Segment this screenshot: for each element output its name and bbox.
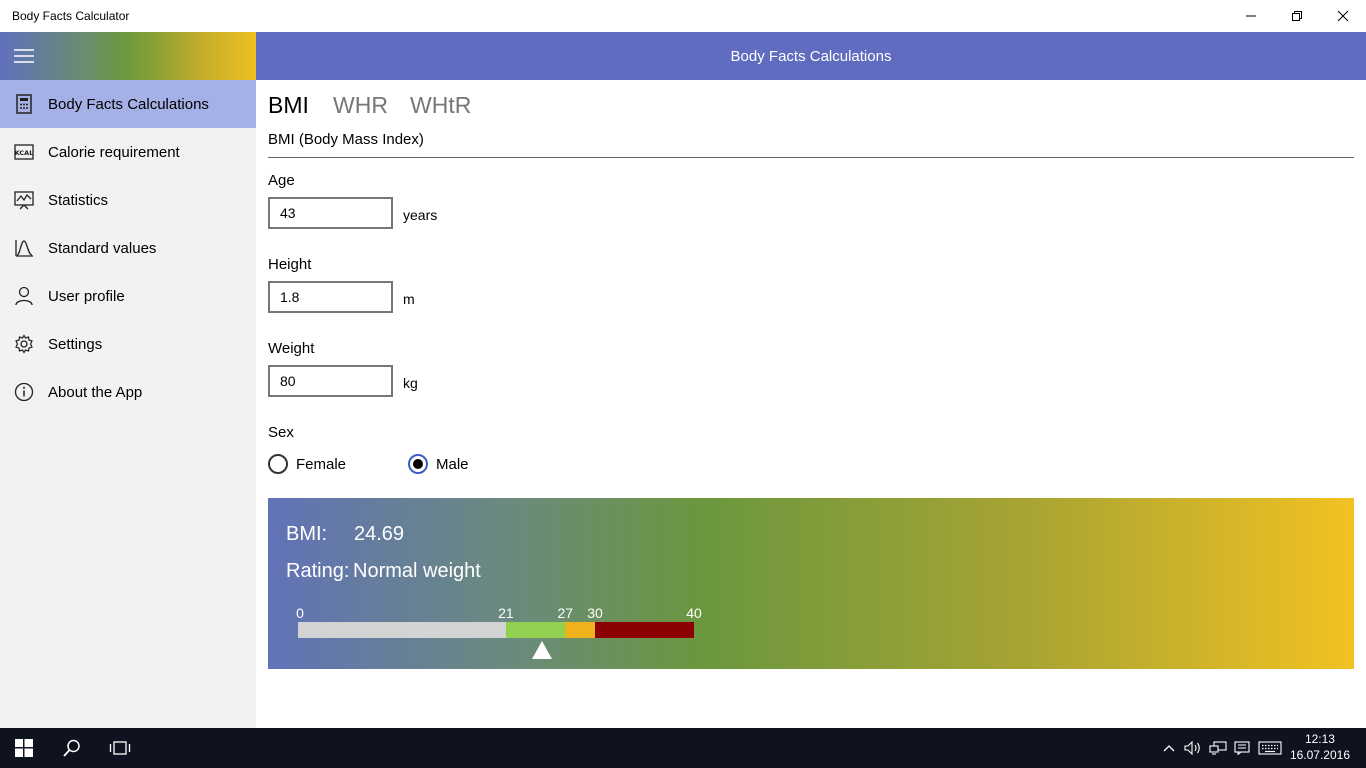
- curve-icon: [0, 224, 48, 272]
- hamburger-menu-button[interactable]: [0, 32, 48, 80]
- network-button[interactable]: [1206, 728, 1230, 768]
- sidebar-item-body-facts-calculations[interactable]: Body Facts Calculations: [0, 80, 256, 128]
- bmi-scale-tick-label: 40: [686, 605, 702, 621]
- age-field[interactable]: 43: [268, 197, 393, 229]
- bmi-scale-tick-label: 30: [587, 605, 603, 621]
- sidebar-item-calorie-requirement[interactable]: KCAL Calorie requirement: [0, 128, 256, 176]
- age-unit: years: [403, 207, 438, 223]
- touch-keyboard-button[interactable]: [1256, 728, 1284, 768]
- start-button[interactable]: [0, 728, 48, 768]
- calculator-icon: [0, 80, 48, 128]
- hamburger-icon: [14, 49, 34, 63]
- sidebar-item-settings[interactable]: Settings: [0, 320, 256, 368]
- sidebar-item-label: Settings: [48, 335, 103, 353]
- network-icon: [1209, 741, 1227, 755]
- tab-whr[interactable]: WHR: [333, 92, 388, 119]
- minimize-button[interactable]: [1228, 0, 1274, 32]
- height-field[interactable]: 1.8: [268, 281, 393, 313]
- bmi-label: BMI:: [286, 523, 328, 545]
- keyboard-icon: [1258, 741, 1282, 755]
- height-label: Height: [268, 256, 312, 273]
- sidebar-item-user-profile[interactable]: User profile: [0, 272, 256, 320]
- sidebar-header: [0, 32, 256, 80]
- section-divider: [268, 157, 1354, 158]
- section-title: BMI (Body Mass Index): [268, 131, 424, 148]
- female-radio-circle[interactable]: [268, 454, 288, 474]
- male-radio-circle[interactable]: [408, 454, 428, 474]
- weight-label: Weight: [268, 340, 315, 357]
- person-icon: [0, 272, 48, 320]
- weight-field[interactable]: 80: [268, 365, 393, 397]
- bmi-value: 24.69: [354, 523, 405, 545]
- bmi-scale-segment: [505, 622, 566, 638]
- task-view-button[interactable]: [96, 728, 144, 768]
- page-header: Body Facts Calculations: [256, 32, 1366, 80]
- minimize-icon: [1246, 15, 1256, 17]
- bmi-scale-tick-label: 27: [557, 605, 574, 621]
- clock-date: 16.07.2016: [1289, 748, 1350, 762]
- rating-label: Rating:: [286, 560, 350, 582]
- volume-button[interactable]: [1182, 728, 1204, 768]
- restore-button[interactable]: [1274, 0, 1320, 32]
- sidebar: Body Facts Calculations KCAL Calorie req…: [0, 32, 256, 728]
- male-radio[interactable]: Male: [408, 452, 469, 476]
- sidebar-item-label: About the App: [48, 383, 143, 401]
- sidebar-item-label: User profile: [48, 287, 125, 305]
- female-radio[interactable]: Female: [268, 452, 346, 476]
- show-hidden-icons-button[interactable]: [1158, 728, 1180, 768]
- page-title: Body Facts Calculations: [730, 47, 892, 65]
- height-unit: m: [403, 291, 415, 307]
- sidebar-item-label: Body Facts Calculations: [48, 95, 209, 113]
- info-icon: [0, 368, 48, 416]
- sidebar-item-about-the-app[interactable]: About the App: [0, 368, 256, 416]
- task-view-icon: [109, 741, 131, 755]
- female-radio-label: Female: [296, 455, 347, 473]
- age-label: Age: [268, 172, 295, 189]
- notification-icon: [1234, 741, 1250, 755]
- rating-value: Normal weight: [353, 560, 481, 582]
- bmi-scale-segment: [298, 622, 506, 638]
- sex-label: Sex: [268, 424, 294, 441]
- sidebar-item-standard-values[interactable]: Standard values: [0, 224, 256, 272]
- title-bar: Body Facts Calculator: [0, 0, 1366, 32]
- restore-icon: [1292, 11, 1302, 21]
- volume-icon: [1184, 741, 1200, 755]
- male-radio-label: Male: [436, 455, 469, 473]
- bmi-scale-segment: [595, 622, 694, 638]
- windows-icon: [15, 739, 33, 757]
- tab-bmi[interactable]: BMI: [268, 92, 309, 119]
- search-button[interactable]: [48, 728, 96, 768]
- tab-whtr[interactable]: WHtR: [410, 92, 471, 119]
- taskbar-clock[interactable]: 12:13 16.07.2016: [1290, 731, 1350, 763]
- close-button[interactable]: [1320, 0, 1366, 32]
- bmi-scale-tick-label: 21: [498, 605, 514, 621]
- clock-time: 12:13: [1304, 732, 1335, 746]
- search-icon: [63, 739, 80, 757]
- close-icon: [1337, 10, 1349, 22]
- sidebar-item-label: Standard values: [48, 239, 157, 257]
- weight-unit: kg: [403, 375, 418, 391]
- bmi-scale-tick-label: 0: [296, 605, 304, 621]
- chevron-up-icon: [1163, 745, 1175, 752]
- bmi-scale-segment: [565, 622, 595, 638]
- sidebar-item-statistics[interactable]: Statistics: [0, 176, 256, 224]
- gear-icon: [0, 320, 48, 368]
- kcal-icon-text: KCAL: [15, 149, 34, 157]
- taskbar: 12:13 16.07.2016: [0, 728, 1366, 768]
- chart-icon: [0, 176, 48, 224]
- result-panel: BMI: 24.69 Rating: Normal weight 0 21 27 30…: [268, 498, 1354, 669]
- sidebar-item-label: Statistics: [48, 191, 109, 209]
- main-content: BMI WHR WHtR BMI (Body Mass Index) Age 4…: [256, 80, 1366, 728]
- kcal-icon: KCAL: [0, 128, 48, 176]
- sidebar-item-label: Calorie requirement: [48, 143, 180, 161]
- bmi-pointer-icon: [532, 641, 553, 659]
- window-title: Body Facts Calculator: [12, 9, 130, 23]
- action-center-button[interactable]: [1231, 728, 1253, 768]
